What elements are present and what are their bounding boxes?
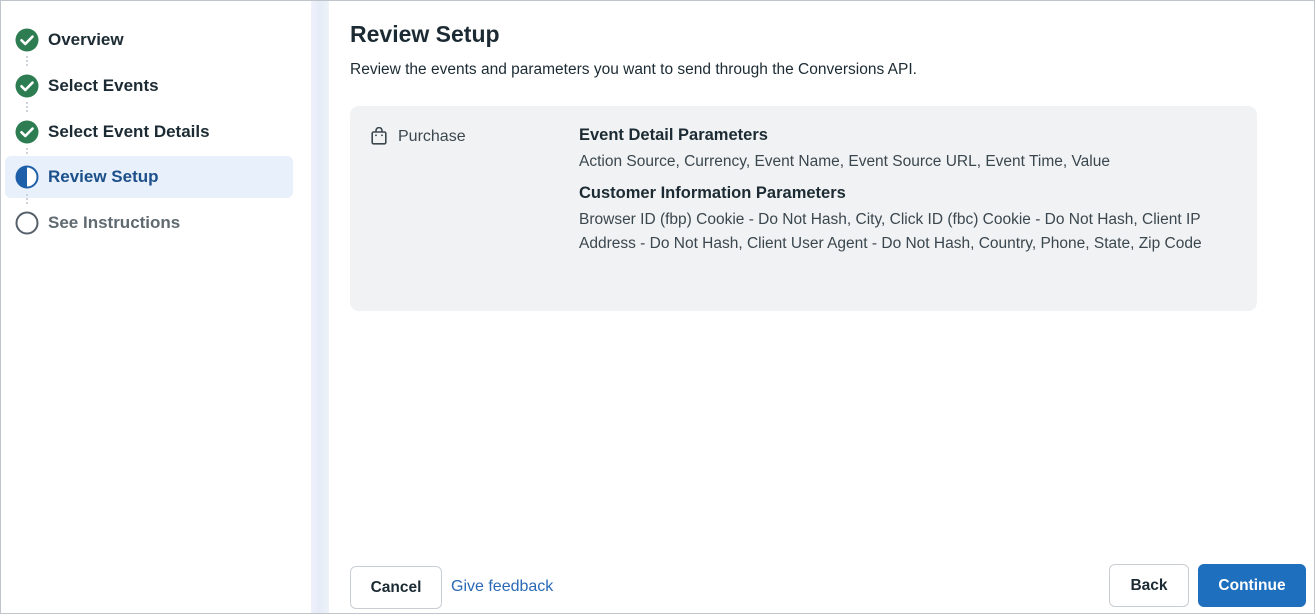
event-detail-list: Action Source, Currency, Event Name, Eve…: [579, 153, 1110, 170]
step-select-event-details[interactable]: Select Event Details: [5, 111, 293, 153]
customer-info-heading: Customer Information Parameters: [579, 183, 846, 202]
check-circle-icon: [15, 120, 39, 144]
event-detail-heading: Event Detail Parameters: [579, 126, 768, 144]
event-parameters: Event Detail Parameters Action Source, C…: [579, 126, 1239, 257]
step-review-setup[interactable]: Review Setup: [5, 156, 293, 198]
back-button[interactable]: Back: [1109, 564, 1189, 607]
step-see-instructions[interactable]: See Instructions: [5, 202, 293, 244]
check-circle-icon: [15, 74, 39, 98]
steps-sidebar: Overview Select Events Select Event Deta…: [1, 1, 311, 613]
panel-divider: [311, 1, 329, 613]
customer-info-list: Browser ID (fbp) Cookie - Do Not Hash, C…: [579, 210, 1202, 253]
step-label: Select Events: [48, 76, 159, 95]
cancel-button[interactable]: Cancel: [350, 566, 442, 609]
customer-info-parameters: Customer Information Parameters Browser …: [579, 184, 1239, 257]
page-title: Review Setup: [350, 21, 500, 47]
step-overview[interactable]: Overview: [5, 19, 293, 61]
step-label: See Instructions: [48, 213, 181, 232]
empty-circle-icon: [15, 211, 39, 235]
shopping-bag-icon: [371, 127, 387, 145]
give-feedback-link[interactable]: Give feedback: [451, 578, 553, 596]
main-panel: Review Setup Review the events and param…: [330, 1, 1314, 613]
event-summary-card: Purchase Event Detail Parameters Action …: [350, 106, 1257, 311]
event-name: Purchase: [398, 128, 466, 145]
continue-button[interactable]: Continue: [1198, 564, 1306, 607]
step-label: Overview: [48, 30, 124, 49]
check-circle-icon: [15, 28, 39, 52]
step-select-events[interactable]: Select Events: [5, 65, 293, 107]
page-subtitle: Review the events and parameters you wan…: [350, 61, 917, 78]
event-detail-parameters: Event Detail Parameters Action Source, C…: [579, 126, 1239, 175]
step-label: Select Event Details: [48, 122, 210, 141]
step-label: Review Setup: [48, 167, 159, 186]
half-circle-icon: [15, 165, 39, 189]
